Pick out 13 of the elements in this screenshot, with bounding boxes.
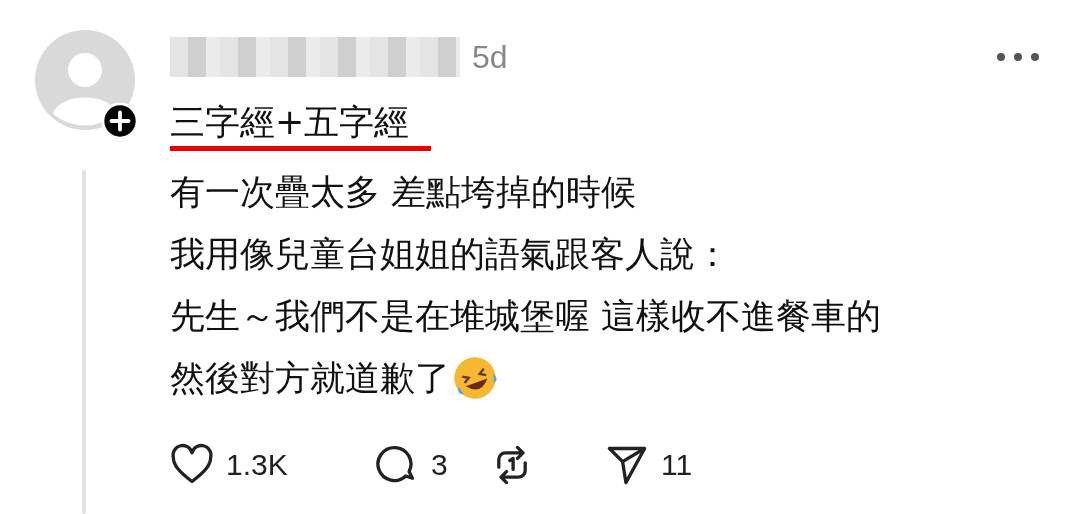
- post-text-line: 有一次疊太多 差點垮掉的時候: [170, 171, 637, 214]
- post-time: 5d: [472, 38, 508, 76]
- avatar-icon[interactable]: [35, 30, 135, 130]
- action-count: 1.3K: [226, 448, 288, 482]
- post-text-line: 然後對方就道歉了: [170, 357, 450, 400]
- post-text-line: 先生～我們不是在堆城堡喔 這樣收不進餐車的: [170, 295, 882, 338]
- action-count: 3: [431, 448, 448, 482]
- laughing-emoji-icon: [452, 355, 498, 401]
- post-title: 三字經+五字經: [170, 98, 432, 151]
- follow-plus-icon[interactable]: [101, 102, 139, 140]
- post-text-line: 我用像兒童台姐姐的語氣跟客人說：: [170, 233, 730, 276]
- action-count: 11: [661, 448, 693, 482]
- more-options-icon[interactable]: [996, 52, 1040, 62]
